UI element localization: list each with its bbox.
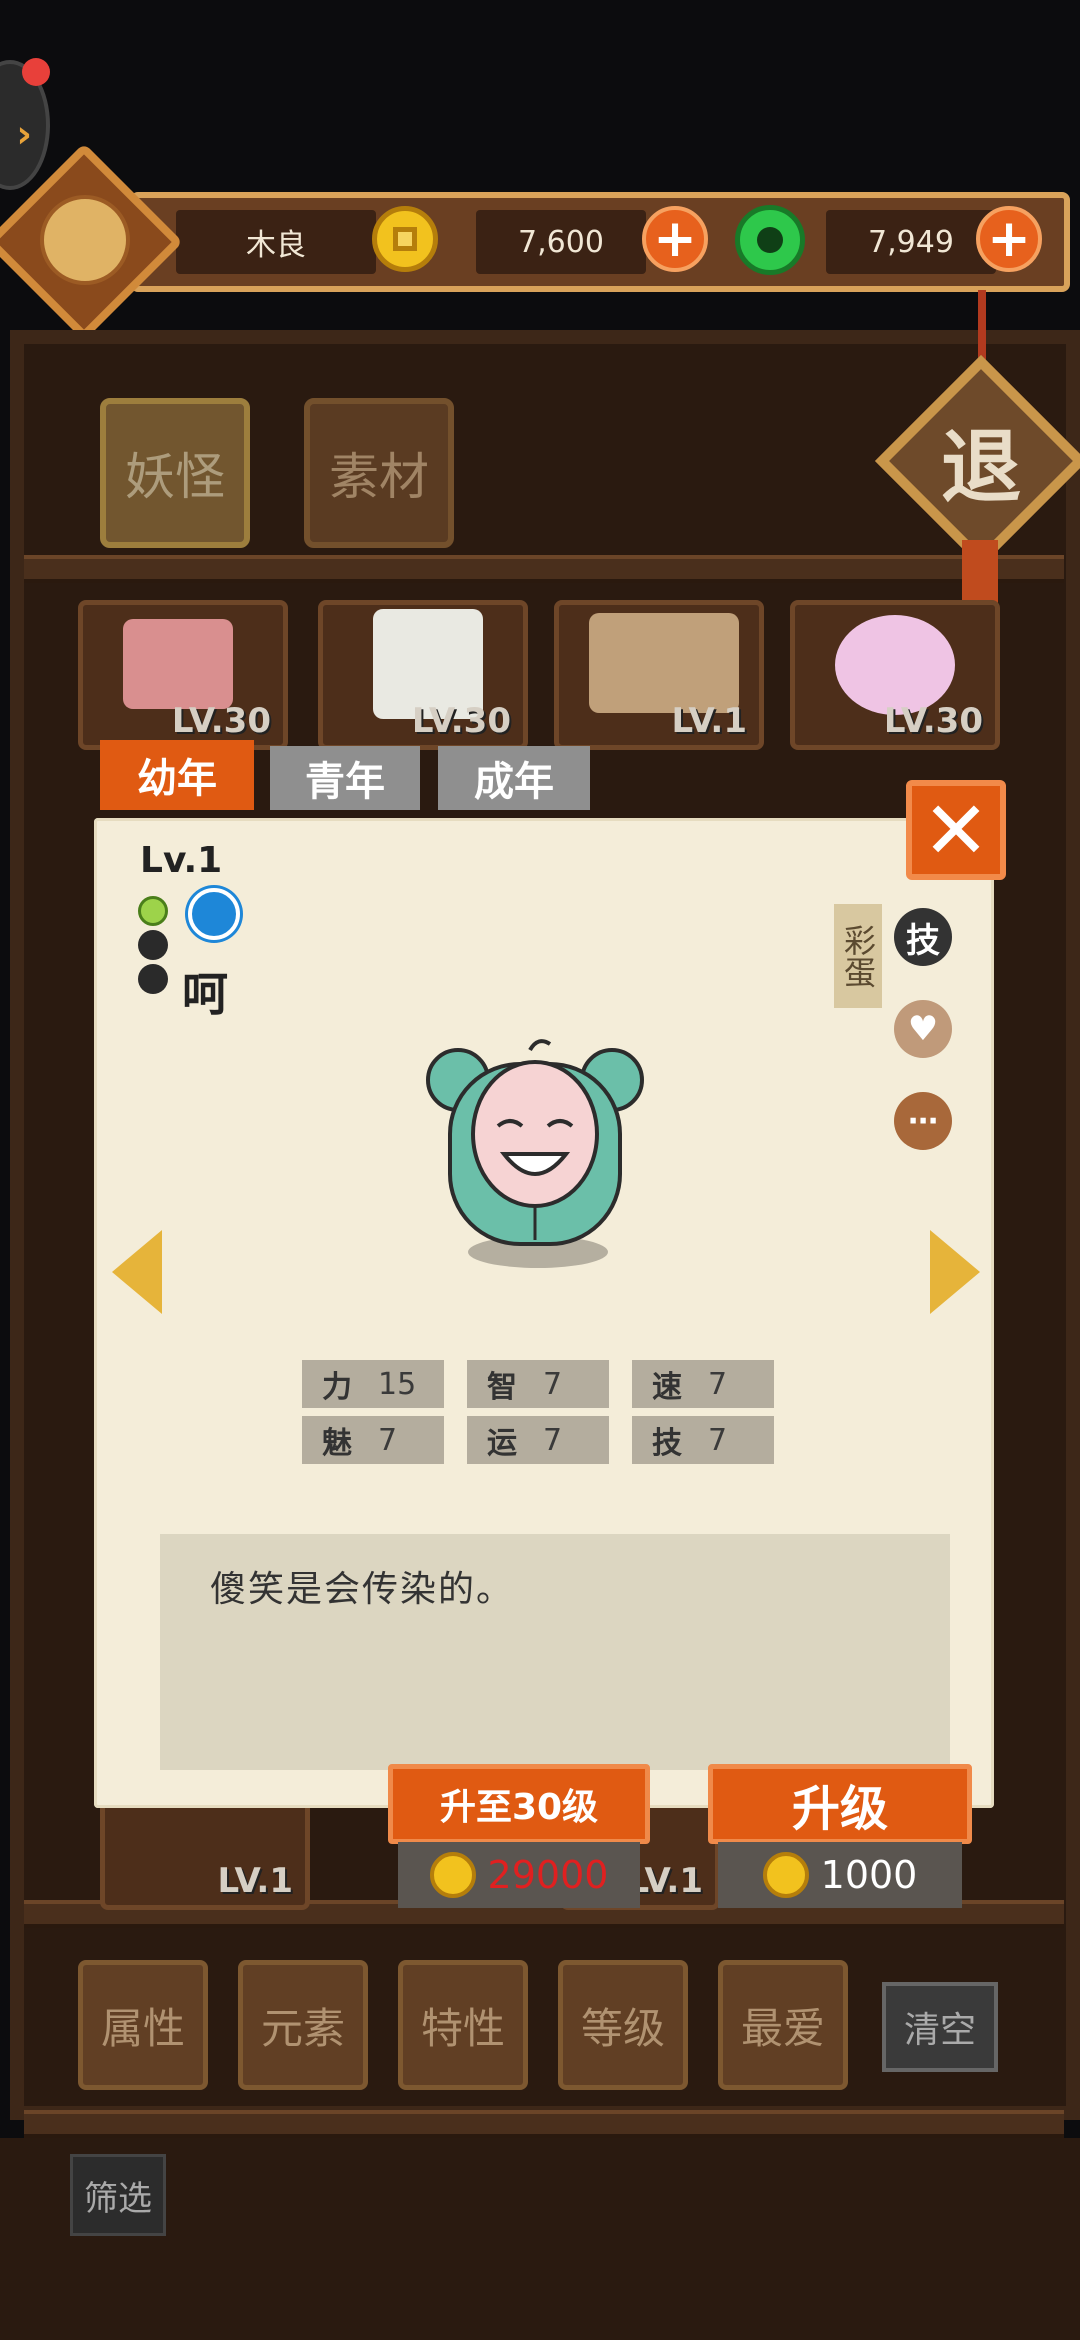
stat-intelligence: 智7	[467, 1360, 609, 1408]
element-dot-icon	[138, 896, 168, 926]
monster-level: Lv.1	[140, 840, 223, 881]
tab-materials[interactable]: 素材	[304, 398, 454, 548]
element-dot-icon	[138, 930, 168, 960]
filter-trait[interactable]: 特性	[398, 1960, 528, 2090]
cost-value: 29000	[487, 1853, 609, 1897]
shelf-divider	[24, 555, 1064, 583]
currency-bar: 木良 7,600 7,949	[130, 192, 1070, 292]
water-element-icon	[188, 888, 240, 940]
filter-attribute[interactable]: 属性	[78, 1960, 208, 2090]
gold-coin-icon	[372, 206, 438, 272]
stat-label: 速	[652, 1370, 682, 1405]
skill-icon[interactable]: 技	[894, 908, 952, 966]
stat-speed: 速7	[632, 1360, 774, 1408]
monster-card[interactable]: LV.30	[78, 600, 288, 750]
upgrade-button[interactable]: 升级	[708, 1764, 972, 1844]
jade-amount: 7,949	[826, 210, 996, 274]
card-art	[835, 615, 955, 715]
stat-label: 智	[487, 1370, 517, 1405]
gold-amount: 7,600	[476, 210, 646, 274]
add-gold-button[interactable]: +	[642, 206, 708, 272]
filter-element[interactable]: 元素	[238, 1960, 368, 2090]
stat-value: 7	[378, 1422, 398, 1458]
tab-monsters[interactable]: 妖怪	[100, 398, 250, 548]
notification-dot	[22, 58, 50, 86]
stat-luck: 运7	[467, 1416, 609, 1464]
filter-favorite[interactable]: 最爱	[718, 1960, 848, 2090]
stat-charm: 魅7	[302, 1416, 444, 1464]
card-level: LV.1	[671, 701, 748, 741]
gold-coin-icon	[762, 1852, 809, 1898]
gold-coin-icon	[429, 1852, 476, 1898]
close-button[interactable]: ✕	[906, 780, 1006, 880]
monster-name: 呵	[182, 967, 228, 1021]
stat-strength: 力 15	[302, 1360, 444, 1408]
description-box: 傻笑是会传染的。	[160, 1534, 950, 1770]
upgrade-cost: 1000	[718, 1842, 962, 1908]
tab-adult[interactable]: 成年	[438, 746, 590, 810]
next-arrow-button[interactable]	[930, 1230, 980, 1314]
stat-label: 运	[487, 1426, 517, 1461]
card-level: LV.30	[171, 701, 271, 741]
stat-value: 7	[543, 1366, 563, 1402]
player-name: 木良	[176, 210, 376, 274]
stat-label: 力	[322, 1370, 352, 1405]
chevron-right-icon: ›	[16, 112, 32, 156]
monster-card[interactable]: LV.30	[790, 600, 1000, 750]
easter-egg-tag[interactable]: 彩蛋	[834, 904, 882, 1008]
card-level: LV.30	[883, 701, 983, 741]
clear-button[interactable]: 清空	[882, 1982, 998, 2072]
tab-child[interactable]: 幼年	[100, 740, 254, 810]
favorite-heart-icon[interactable]: ♥	[894, 1000, 952, 1058]
upgrade-to-30-button[interactable]: 升至30级	[388, 1764, 650, 1844]
share-icon[interactable]: ⋯	[894, 1092, 952, 1150]
previous-arrow-button[interactable]	[112, 1230, 162, 1314]
element-dot-icon	[138, 964, 168, 994]
tab-youth[interactable]: 青年	[270, 746, 420, 810]
card-art	[589, 613, 739, 713]
stat-value: 7	[543, 1422, 563, 1458]
card-art	[123, 619, 233, 709]
close-icon: ✕	[922, 783, 990, 877]
stat-value: 7	[708, 1366, 728, 1402]
monster-card[interactable]: LV.1	[554, 600, 764, 750]
filter-level[interactable]: 等级	[558, 1960, 688, 2090]
stat-skill: 技7	[632, 1416, 774, 1464]
monster-portrait	[420, 1030, 650, 1270]
avatar	[40, 195, 130, 285]
cost-value: 1000	[820, 1853, 918, 1897]
stat-label: 魅	[322, 1426, 352, 1461]
shelf-divider	[24, 2110, 1064, 2138]
monster-description: 傻笑是会传染的。	[210, 1569, 515, 1610]
upgrade-to-30-cost: 29000	[398, 1842, 640, 1908]
filter-button[interactable]: 筛选	[70, 2154, 166, 2236]
card-level: LV.1	[217, 1861, 294, 1901]
jade-icon	[735, 205, 805, 275]
game-screen: { "player": { "name": "木良" }, "currency"…	[0, 0, 1080, 2340]
exit-button[interactable]: 退	[906, 386, 1056, 536]
monster-card[interactable]: LV.30	[318, 600, 528, 750]
stat-value: 15	[378, 1366, 417, 1402]
card-level: LV.30	[411, 701, 511, 741]
stat-label: 技	[652, 1426, 682, 1461]
stat-value: 7	[708, 1422, 728, 1458]
add-jade-button[interactable]: +	[976, 206, 1042, 272]
